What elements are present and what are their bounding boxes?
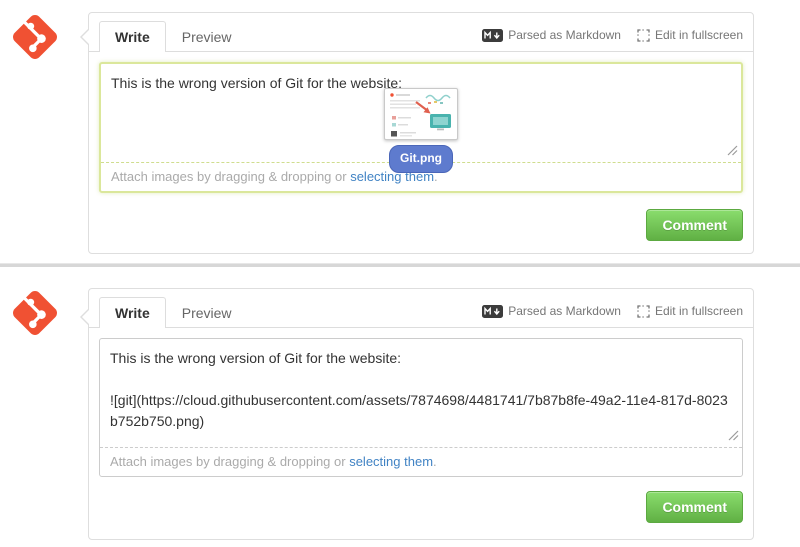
fullscreen-button-label: Edit in fullscreen: [655, 28, 743, 42]
comment-dropzone-active[interactable]: This is the wrong version of Git for the…: [99, 62, 743, 193]
resize-grip-icon[interactable]: [727, 145, 738, 156]
tab-write[interactable]: Write: [99, 21, 166, 52]
tab-preview[interactable]: Preview: [166, 297, 248, 328]
comment-editor-upload: Write Preview Parsed as Markdown: [88, 12, 754, 254]
comment-dropzone[interactable]: This is the wrong version of Git for the…: [99, 338, 743, 477]
attachment-filename-badge: Git.png: [389, 145, 453, 173]
markdown-hint-label: Parsed as Markdown: [508, 304, 621, 318]
attach-text-end: .: [433, 454, 437, 469]
markdown-icon: [482, 305, 503, 318]
fullscreen-icon: [637, 29, 650, 42]
fullscreen-button[interactable]: Edit in fullscreen: [637, 28, 743, 42]
section-divider: [0, 263, 800, 267]
fullscreen-button[interactable]: Edit in fullscreen: [637, 304, 743, 318]
attachment-thumbnail: [384, 88, 458, 140]
markdown-hint-label: Parsed as Markdown: [508, 28, 621, 42]
speech-notch: [80, 28, 89, 46]
tab-write[interactable]: Write: [99, 297, 166, 328]
comment-button[interactable]: Comment: [646, 491, 743, 523]
git-logo-icon: [8, 286, 62, 340]
editor-tabbar: Write Preview Parsed as Markdown: [89, 13, 753, 52]
fullscreen-button-label: Edit in fullscreen: [655, 304, 743, 318]
tab-preview[interactable]: Preview: [166, 21, 248, 52]
markdown-hint: Parsed as Markdown: [482, 28, 621, 42]
thumbnail-art: [386, 90, 456, 138]
resize-grip-icon[interactable]: [728, 430, 739, 441]
comment-editor-markdown: Write Preview Parsed as Markdown: [88, 288, 754, 540]
markdown-icon: [482, 29, 503, 42]
git-logo-avatar: [8, 10, 62, 64]
comment-textarea[interactable]: This is the wrong version of Git for the…: [101, 64, 741, 163]
page: Write Preview Parsed as Markdown: [0, 0, 800, 547]
git-logo-icon: [8, 10, 62, 64]
git-logo-avatar-2: [8, 286, 62, 340]
upload-preview: Git.png: [384, 88, 458, 173]
editor-tabbar: Write Preview Parsed as Markdown: [89, 289, 753, 328]
fullscreen-icon: [637, 305, 650, 318]
editor-line-2: ![git](https://cloud.githubusercontent.c…: [110, 390, 732, 432]
attach-text: Attach images by dragging & dropping or: [110, 454, 349, 469]
comment-button[interactable]: Comment: [646, 209, 743, 241]
editor-line-1: This is the wrong version of Git for the…: [110, 348, 732, 369]
markdown-hint: Parsed as Markdown: [482, 304, 621, 318]
attach-bar: Attach images by dragging & dropping or …: [100, 448, 742, 476]
selecting-them-link[interactable]: selecting them: [349, 454, 433, 469]
comment-textarea[interactable]: This is the wrong version of Git for the…: [100, 339, 742, 448]
speech-notch: [80, 308, 89, 326]
attach-text: Attach images by dragging & dropping or: [111, 169, 350, 184]
